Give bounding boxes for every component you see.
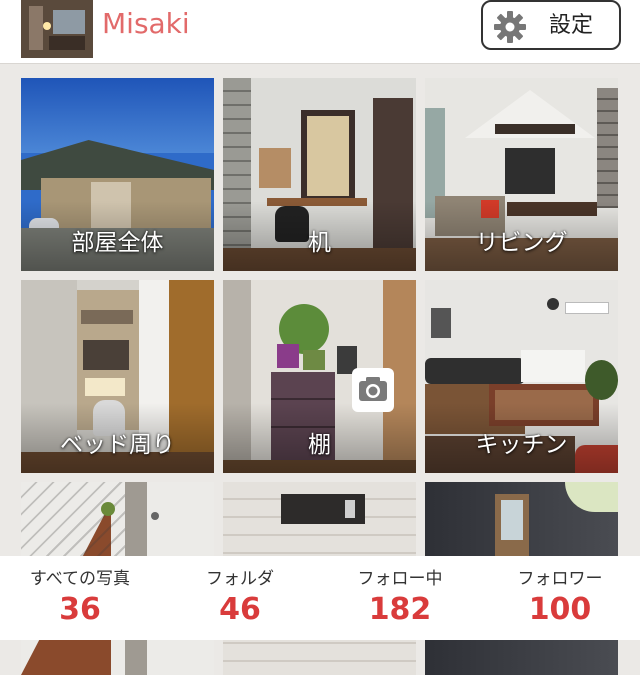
folder-label: 棚: [308, 432, 331, 458]
folder-grid: 部屋全体 机 リビング ベッド周り 棚 キッチン: [0, 64, 640, 675]
folder-label: キッチン: [475, 432, 568, 458]
stat-label: フォロワー: [517, 569, 603, 589]
stat-value: 100: [528, 592, 592, 627]
folder-tile[interactable]: リビング: [425, 78, 618, 271]
settings-button[interactable]: 設定: [481, 0, 621, 50]
stat-folders[interactable]: フォルダ 46: [160, 556, 320, 640]
profile-header: Misaki 設定: [0, 0, 640, 64]
folder-tile[interactable]: 部屋全体: [21, 78, 214, 271]
stat-following[interactable]: フォロー中 182: [320, 556, 480, 640]
stat-label: フォロー中: [357, 569, 443, 589]
profile-stats: すべての写真 36 フォルダ 46 フォロー中 182 フォロワー 100: [0, 556, 640, 640]
folder-tile[interactable]: キッチン: [425, 280, 618, 473]
stat-all-photos[interactable]: すべての写真 36: [0, 556, 160, 640]
stat-followers[interactable]: フォロワー 100: [480, 556, 640, 640]
username[interactable]: Misaki: [102, 7, 190, 41]
camera-icon[interactable]: [352, 368, 394, 412]
stat-label: フォルダ: [206, 569, 274, 589]
gear-icon: [494, 11, 526, 43]
folder-tile[interactable]: ベッド周り: [21, 280, 214, 473]
stat-value: 182: [368, 592, 432, 627]
stat-value: 46: [219, 592, 261, 627]
settings-label: 設定: [549, 13, 594, 38]
folder-label: 部屋全体: [71, 230, 164, 256]
stat-label: すべての写真: [29, 569, 131, 589]
folder-tile[interactable]: 机: [223, 78, 416, 271]
avatar[interactable]: [21, 0, 93, 58]
folder-label: ベッド周り: [60, 432, 175, 458]
folder-label: 机: [308, 230, 331, 256]
stat-value: 36: [59, 592, 101, 627]
folder-label: リビング: [475, 230, 568, 256]
